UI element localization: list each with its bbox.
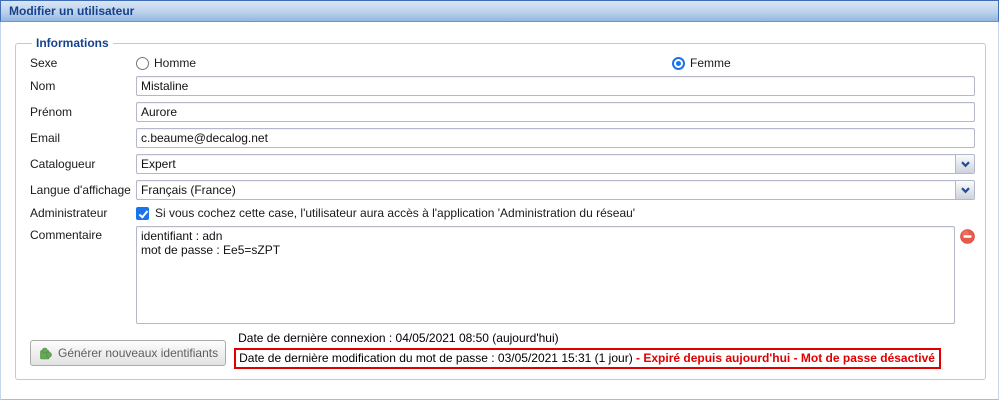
panel-body: Informations Sexe Homme Femme Nom	[0, 22, 999, 400]
radio-femme-label: Femme	[690, 56, 731, 70]
last-connection-text: Date de dernière connexion : 04/05/2021 …	[234, 330, 941, 348]
commentaire-label: Commentaire	[30, 226, 136, 242]
email-label: Email	[30, 131, 136, 145]
langue-label: Langue d'affichage	[30, 183, 136, 197]
radio-option-femme[interactable]: Femme	[672, 56, 731, 70]
radio-homme[interactable]	[136, 57, 149, 70]
last-password-change-text: Date de dernière modification du mot de …	[239, 351, 636, 365]
langue-dropdown-trigger[interactable]	[955, 181, 974, 199]
edit-user-panel: Modifier un utilisateur Informations Sex…	[0, 0, 999, 408]
panel-header: Modifier un utilisateur	[0, 0, 999, 22]
chevron-down-icon	[961, 187, 970, 194]
catalogueur-select[interactable]: Expert	[136, 154, 975, 174]
nom-input[interactable]	[136, 76, 975, 96]
row-catalogueur: Catalogueur Expert	[30, 154, 975, 174]
catalogueur-dropdown-trigger[interactable]	[955, 155, 974, 173]
row-langue: Langue d'affichage Français (France)	[30, 180, 975, 200]
password-warning-text: - Expiré depuis aujourd'hui - Mot de pas…	[636, 351, 935, 365]
langue-select[interactable]: Français (France)	[136, 180, 975, 200]
administrateur-label: Administrateur	[30, 206, 136, 220]
row-nom: Nom	[30, 76, 975, 96]
prenom-label: Prénom	[30, 105, 136, 119]
footer-row: Générer nouveaux identifiants Date de de…	[30, 330, 975, 369]
puzzle-icon	[38, 345, 54, 361]
panel-title: Modifier un utilisateur	[9, 4, 134, 18]
fieldset-legend: Informations	[32, 36, 113, 50]
row-prenom: Prénom	[30, 102, 975, 122]
generate-credentials-label: Générer nouveaux identifiants	[58, 346, 218, 360]
langue-selected-value: Français (France)	[137, 181, 955, 199]
sexe-label: Sexe	[30, 56, 136, 70]
row-administrateur: Administrateur Si vous cochez cette case…	[30, 206, 975, 220]
administrateur-checkbox[interactable]	[136, 207, 149, 220]
remove-icon[interactable]	[960, 229, 975, 244]
sexe-field: Homme Femme	[136, 56, 975, 70]
radio-homme-label: Homme	[154, 56, 196, 70]
radio-femme[interactable]	[672, 57, 685, 70]
nom-label: Nom	[30, 79, 136, 93]
row-email: Email	[30, 128, 975, 148]
row-commentaire: Commentaire identifiant : adn mot de pas…	[30, 226, 975, 324]
chevron-down-icon	[961, 161, 970, 168]
radio-option-homme[interactable]: Homme	[136, 56, 672, 70]
informations-fieldset: Informations Sexe Homme Femme Nom	[15, 36, 986, 380]
dates-block: Date de dernière connexion : 04/05/2021 …	[234, 330, 941, 369]
generate-credentials-button[interactable]: Générer nouveaux identifiants	[30, 340, 226, 366]
email-input[interactable]	[136, 128, 975, 148]
catalogueur-selected-value: Expert	[137, 155, 955, 173]
administrateur-help-text: Si vous cochez cette case, l'utilisateur…	[155, 206, 635, 220]
password-expiry-box: Date de dernière modification du mot de …	[234, 348, 941, 369]
catalogueur-label: Catalogueur	[30, 157, 136, 171]
row-sexe: Sexe Homme Femme	[30, 56, 975, 70]
commentaire-textarea[interactable]: identifiant : adn mot de passe : Ee5=sZP…	[136, 226, 955, 324]
prenom-input[interactable]	[136, 102, 975, 122]
